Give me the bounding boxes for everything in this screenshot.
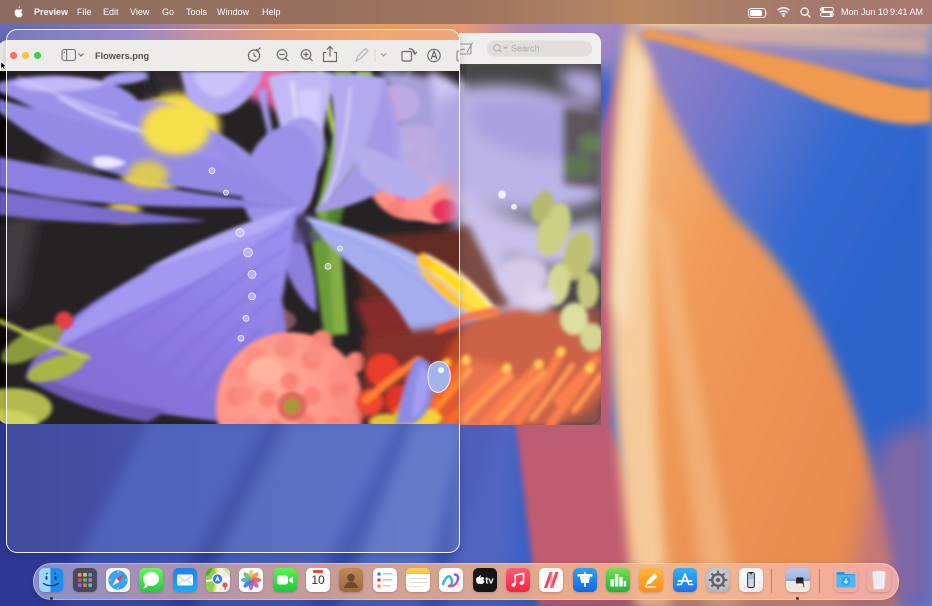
svg-text:tv: tv [485, 575, 494, 585]
